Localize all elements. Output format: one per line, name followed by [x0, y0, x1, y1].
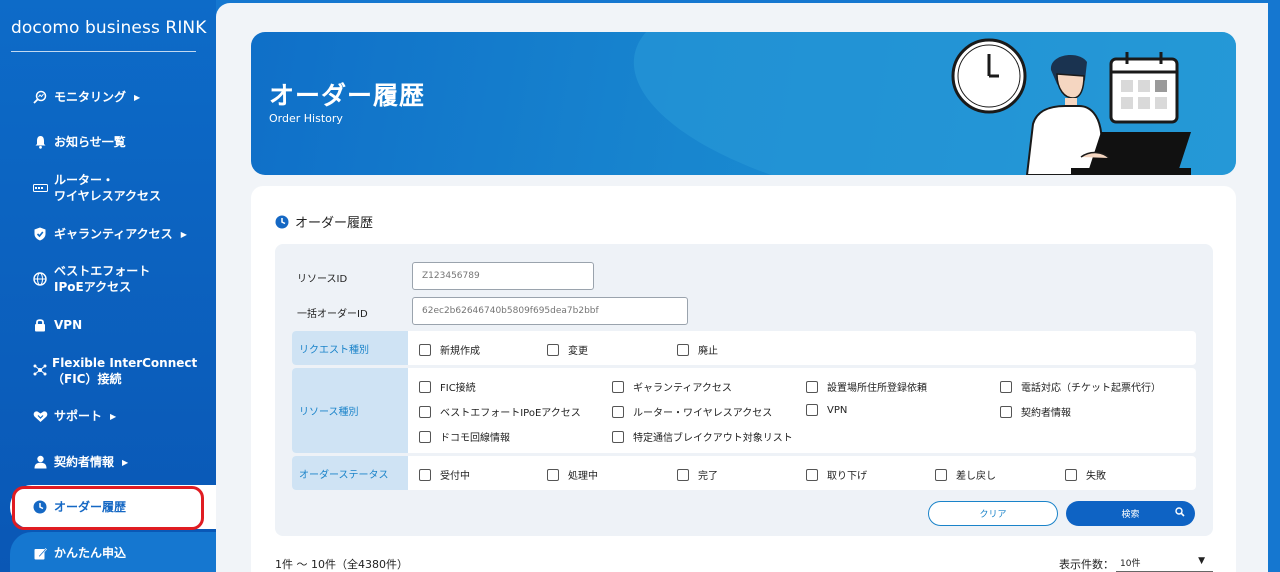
- chevron-right-icon: ▶: [180, 229, 187, 239]
- hero-banner: オーダー履歴 Order History: [251, 32, 1236, 175]
- sidebar-item-label: Flexible InterConnect （FIC）接続: [52, 356, 198, 386]
- search-icon: [1175, 507, 1185, 520]
- sidebar-item-label: かんたん申込: [54, 546, 127, 560]
- checkbox-received[interactable]: 受付中: [419, 467, 470, 482]
- person-icon: [32, 454, 48, 470]
- checkbox-returned[interactable]: 差し戻し: [935, 467, 996, 482]
- page-subtitle: Order History: [269, 112, 343, 125]
- sidebar-item-router-wireless[interactable]: ルーター・ ワイヤレスアクセス: [32, 172, 161, 204]
- clock-icon: [32, 499, 48, 515]
- checkbox-withdrawn[interactable]: 取り下げ: [806, 467, 867, 482]
- sidebar-item-label: VPN: [54, 318, 83, 332]
- per-page-label: 表示件数：: [1059, 558, 1114, 571]
- checkbox-fic[interactable]: FIC接続: [419, 379, 476, 394]
- checkbox-guaranteed-access[interactable]: ギャランティアクセス: [612, 379, 732, 394]
- result-count: 1件 〜 10件（全4380件）: [275, 558, 408, 571]
- edit-icon: [32, 545, 48, 561]
- sidebar-item-monitoring[interactable]: モニタリング ▶: [32, 89, 140, 105]
- checkbox-router-wireless[interactable]: ルーター・ワイヤレスアクセス: [612, 404, 772, 419]
- sidebar-item-label: ギャランティアクセス: [54, 227, 173, 241]
- sidebar-item-easy-apply[interactable]: かんたん申込: [32, 545, 126, 561]
- order-status-row: オーダーステータス 受付中 処理中 完了 取り下げ 差し戻し 失敗: [292, 456, 1196, 490]
- handshake-icon: [32, 408, 48, 424]
- search-button[interactable]: 検索: [1066, 501, 1195, 526]
- bell-icon: [32, 134, 48, 150]
- request-type-row: リクエスト種別 新規作成 変更 廃止: [292, 331, 1196, 365]
- globe-icon: [32, 271, 48, 287]
- sidebar-item-notices[interactable]: お知らせ一覧: [32, 134, 126, 150]
- resource-id-input[interactable]: [412, 262, 594, 290]
- shield-icon: [32, 226, 48, 242]
- resource-type-label: リソース種別: [292, 368, 408, 453]
- checkbox-docomo-line[interactable]: ドコモ回線情報: [419, 429, 510, 444]
- sidebar-item-label: オーダー履歴: [54, 500, 127, 514]
- clear-button[interactable]: クリア: [928, 501, 1058, 526]
- sidebar-item-label: お知らせ一覧: [54, 135, 126, 149]
- brand-logo: docomo business RINK: [11, 18, 207, 38]
- per-page-select[interactable]: 10件 ▼: [1116, 554, 1213, 572]
- sidebar-item-contractor-info[interactable]: 契約者情報 ▶: [32, 454, 128, 470]
- checkbox-processing[interactable]: 処理中: [547, 467, 598, 482]
- sidebar-item-label: ベストエフォート IPoEアクセス: [54, 264, 151, 294]
- network-icon: [32, 362, 48, 378]
- sidebar-item-best-effort-ipoe[interactable]: ベストエフォート IPoEアクセス: [32, 263, 150, 295]
- checkbox-breakout-list[interactable]: 特定通信ブレイクアウト対象リスト: [612, 429, 793, 444]
- checkbox-new[interactable]: 新規作成: [419, 342, 480, 357]
- clock-icon: [275, 215, 289, 229]
- router-icon: [32, 180, 48, 196]
- sidebar-item-guaranteed-access[interactable]: ギャランティアクセス ▶: [32, 226, 187, 242]
- illustration-person-laptop: [951, 38, 1191, 175]
- bulk-order-id-input[interactable]: [412, 297, 688, 325]
- checkbox-failed[interactable]: 失敗: [1065, 467, 1106, 482]
- sidebar: docomo business RINK モニタリング ▶ お知らせ一覧 ルータ…: [0, 0, 216, 572]
- checkbox-abolish[interactable]: 廃止: [677, 342, 718, 357]
- checkbox-contractor-info[interactable]: 契約者情報: [1000, 404, 1071, 419]
- sidebar-item-fic[interactable]: Flexible InterConnect （FIC）接続: [32, 355, 197, 387]
- lock-icon: [32, 317, 48, 333]
- page-title: オーダー履歴: [269, 81, 426, 110]
- chevron-right-icon: ▶: [122, 457, 129, 467]
- monitoring-icon: [32, 89, 48, 105]
- order-history-card: オーダー履歴 リソースID 一括オーダーID リクエスト種別 新規作成 変更 廃…: [251, 186, 1236, 572]
- sidebar-item-label: 契約者情報: [54, 455, 115, 469]
- sidebar-item-label: ルーター・ ワイヤレスアクセス: [54, 173, 162, 203]
- card-title: オーダー履歴: [275, 212, 373, 231]
- checkbox-phone-support[interactable]: 電話対応（チケット起票代行）: [1000, 379, 1161, 394]
- checkbox-site-address[interactable]: 設置場所住所登録依頼: [806, 379, 927, 394]
- resource-type-row: リソース種別 FIC接続 ギャランティアクセス 設置場所住所登録依頼 電話対応（…: [292, 368, 1196, 453]
- bulk-order-id-label: 一括オーダーID: [297, 309, 368, 320]
- checkbox-vpn[interactable]: VPN: [806, 404, 847, 416]
- sidebar-item-label: モニタリング: [54, 90, 127, 104]
- chevron-right-icon: ▶: [110, 411, 117, 421]
- checkbox-best-effort[interactable]: ベストエフォートIPoEアクセス: [419, 404, 581, 419]
- checkbox-change[interactable]: 変更: [547, 342, 588, 357]
- request-type-label: リクエスト種別: [292, 331, 408, 365]
- order-status-label: オーダーステータス: [292, 456, 408, 490]
- sidebar-item-support[interactable]: サポート ▶: [32, 408, 116, 424]
- search-form: リソースID 一括オーダーID リクエスト種別 新規作成 変更 廃止 リソース種…: [275, 244, 1213, 536]
- brand-divider: [11, 51, 196, 52]
- chevron-right-icon: ▶: [134, 92, 141, 102]
- resource-id-label: リソースID: [297, 274, 348, 285]
- checkbox-completed[interactable]: 完了: [677, 467, 718, 482]
- sidebar-item-vpn[interactable]: VPN: [32, 317, 82, 333]
- caret-down-icon: ▼: [1198, 556, 1205, 566]
- sidebar-item-order-history[interactable]: オーダー履歴: [32, 499, 126, 515]
- sidebar-item-label: サポート: [54, 409, 103, 423]
